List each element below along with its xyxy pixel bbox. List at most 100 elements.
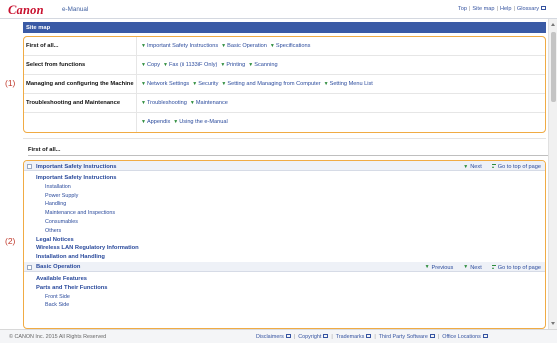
group-title-link[interactable]: Basic Operation: [36, 264, 80, 270]
site-map-link-text: Appendix: [146, 119, 171, 126]
green-down-arrow-icon: ▼: [141, 62, 146, 68]
green-down-arrow-icon: ▼: [192, 81, 198, 87]
subtopic-link[interactable]: Power Supply: [24, 192, 545, 201]
scroll-up-icon[interactable]: [551, 23, 555, 26]
subtopic-link[interactable]: Front Side: [24, 293, 545, 302]
site-map-link-text: Specifications: [275, 43, 311, 50]
external-window-icon: [429, 334, 435, 339]
site-map-row-links: ▼Troubleshooting ▼Maintenance: [137, 94, 545, 112]
nav-link-text: Previous: [431, 264, 454, 271]
site-map-row: Select from functions ▼Copy ▼Fax (ii 1133i…: [24, 56, 545, 75]
site-map-row: Managing and configuring the Machine ▼Net…: [24, 75, 545, 94]
green-down-arrow-icon: ▼: [424, 264, 430, 271]
subtopic-link[interactable]: Maintenance and Inspections: [24, 209, 545, 218]
subtopic-link[interactable]: Installation: [24, 183, 545, 192]
site-map-link[interactable]: ▼Security: [192, 81, 218, 87]
subtopic-link[interactable]: Handling: [24, 200, 545, 209]
site-map-link[interactable]: ▼Setting and Managing from Computer: [221, 81, 320, 87]
topic-link[interactable]: Wireless LAN Regulatory Information: [24, 244, 545, 253]
site-map-link-text: Copy: [146, 62, 161, 69]
top-link[interactable]: Top: [458, 6, 467, 12]
nav-link-text: Go to top of page: [497, 264, 541, 271]
copyright-link[interactable]: Copyright: [298, 334, 321, 340]
site-map-link-text: Basic Operation: [227, 43, 267, 50]
go-to-top-link[interactable]: Go to top of page: [487, 164, 541, 170]
green-down-arrow-icon: ▼: [141, 119, 146, 125]
site-map-link-text: Fax (ii 1133iF Only): [168, 62, 218, 69]
site-map-link[interactable]: ▼Scanning: [248, 62, 277, 68]
scroll-down-icon[interactable]: [551, 322, 555, 325]
site-map-link[interactable]: ▼Appendix: [141, 119, 170, 125]
topic-link[interactable]: Available Features: [24, 275, 545, 284]
divider: [23, 138, 546, 139]
copyright-text: © CANON Inc. 2015 All Rights Reserved: [9, 334, 107, 340]
subtopic-link[interactable]: Others: [24, 227, 545, 236]
site-map-row: First of all... ▼Important Safety Instruc…: [24, 37, 545, 56]
group-header: Important Safety Instructions ▼ Next Go to …: [24, 161, 545, 171]
footer-links: Disclaimers | Copyright | Trademarks | Third P…: [256, 334, 488, 340]
site-map-link[interactable]: ▼Fax (ii 1133iF Only): [163, 62, 217, 68]
group-nav: ▼ Previous ▼ Next Go to top of page: [415, 264, 541, 270]
green-down-arrow-icon: ▼: [221, 81, 227, 87]
disclaimers-link[interactable]: Disclaimers: [256, 334, 284, 340]
external-window-icon: [323, 334, 329, 339]
nav-link-text: Next: [470, 163, 482, 170]
site-map-row-label: Managing and configuring the Machine: [24, 75, 137, 93]
site-map-link[interactable]: Site map: [472, 6, 494, 12]
nav-link-text: Next: [470, 264, 482, 271]
site-map-link[interactable]: ▼Troubleshooting: [141, 100, 187, 106]
topic-link[interactable]: Parts and Their Functions: [24, 284, 545, 293]
site-map-link-text: Important Safety Instructions: [146, 43, 219, 50]
office-locations-link[interactable]: Office Locations: [442, 334, 481, 340]
site-map-link[interactable]: ▼Copy: [141, 62, 160, 68]
topic-link[interactable]: Installation and Handling: [24, 253, 545, 262]
green-down-arrow-icon: ▼: [221, 43, 227, 49]
green-down-arrow-icon: ▼: [163, 62, 168, 68]
topic-link[interactable]: Important Safety Instructions: [24, 174, 545, 183]
square-bullet-icon: [27, 163, 32, 169]
site-map-heading: Site map: [23, 22, 546, 33]
scrollbar-thumb[interactable]: [550, 32, 556, 102]
green-down-arrow-icon: ▼: [173, 119, 179, 125]
site-map-row-links: ▼Important Safety Instructions ▼Basic Ope…: [137, 37, 545, 55]
site-map-link[interactable]: ▼Maintenance: [190, 100, 228, 106]
third-party-software-link[interactable]: Third Party Software: [379, 334, 428, 340]
green-down-arrow-icon: ▼: [189, 100, 195, 106]
external-window-icon: [366, 334, 372, 339]
go-to-top-icon: [491, 164, 496, 168]
vertical-scrollbar[interactable]: [548, 19, 557, 329]
subtopic-link[interactable]: Back Side: [24, 301, 545, 310]
site-map-row-links: ▼Network Settings ▼Security ▼Setting and M…: [137, 75, 545, 93]
site-map-link[interactable]: ▼Specifications: [270, 43, 310, 49]
next-link[interactable]: ▼ Next: [458, 164, 481, 170]
site-map-row-label: First of all...: [24, 37, 137, 55]
glossary-link[interactable]: Glossary: [517, 6, 539, 12]
site-map-link[interactable]: ▼Basic Operation: [221, 43, 267, 49]
canon-logo[interactable]: Canon: [8, 3, 44, 18]
site-map-link-text: Maintenance: [195, 100, 228, 107]
green-down-arrow-icon: ▼: [141, 100, 146, 106]
go-to-top-link[interactable]: Go to top of page: [487, 265, 541, 271]
green-down-arrow-icon: ▼: [323, 81, 329, 87]
site-map-link[interactable]: ▼Using the e-Manual: [173, 119, 227, 125]
site-map-link[interactable]: ▼Important Safety Instructions: [141, 43, 218, 49]
help-link[interactable]: Help: [500, 6, 512, 12]
site-map-link[interactable]: ▼Setting Menu List: [324, 81, 373, 87]
group-title-link[interactable]: Important Safety Instructions: [36, 164, 117, 170]
header: Canon e-Manual Top | Site map | Help | Glossar…: [0, 0, 557, 19]
next-link[interactable]: ▼ Next: [458, 264, 482, 271]
group-nav: ▼ Next Go to top of page: [453, 164, 541, 170]
topic-link[interactable]: Legal Notices: [24, 236, 545, 245]
annotation-1: (1): [5, 78, 16, 88]
top-links: Top | Site map | Help | Glossary: [458, 6, 546, 12]
green-down-arrow-icon: ▼: [463, 264, 469, 271]
green-down-arrow-icon: ▼: [141, 81, 146, 87]
trademarks-link[interactable]: Trademarks: [336, 334, 365, 340]
site-map-table: First of all... ▼Important Safety Instruc…: [23, 36, 546, 133]
subtopic-link[interactable]: Consumables: [24, 218, 545, 227]
site-map-link[interactable]: ▼Printing: [220, 62, 245, 68]
site-map-link[interactable]: ▼Network Settings: [141, 81, 189, 87]
previous-link[interactable]: ▼ Previous: [420, 264, 454, 271]
site-map-link-text: Using the e-Manual: [179, 119, 228, 126]
site-map-row: ▼Appendix ▼Using the e-Manual: [24, 113, 545, 132]
